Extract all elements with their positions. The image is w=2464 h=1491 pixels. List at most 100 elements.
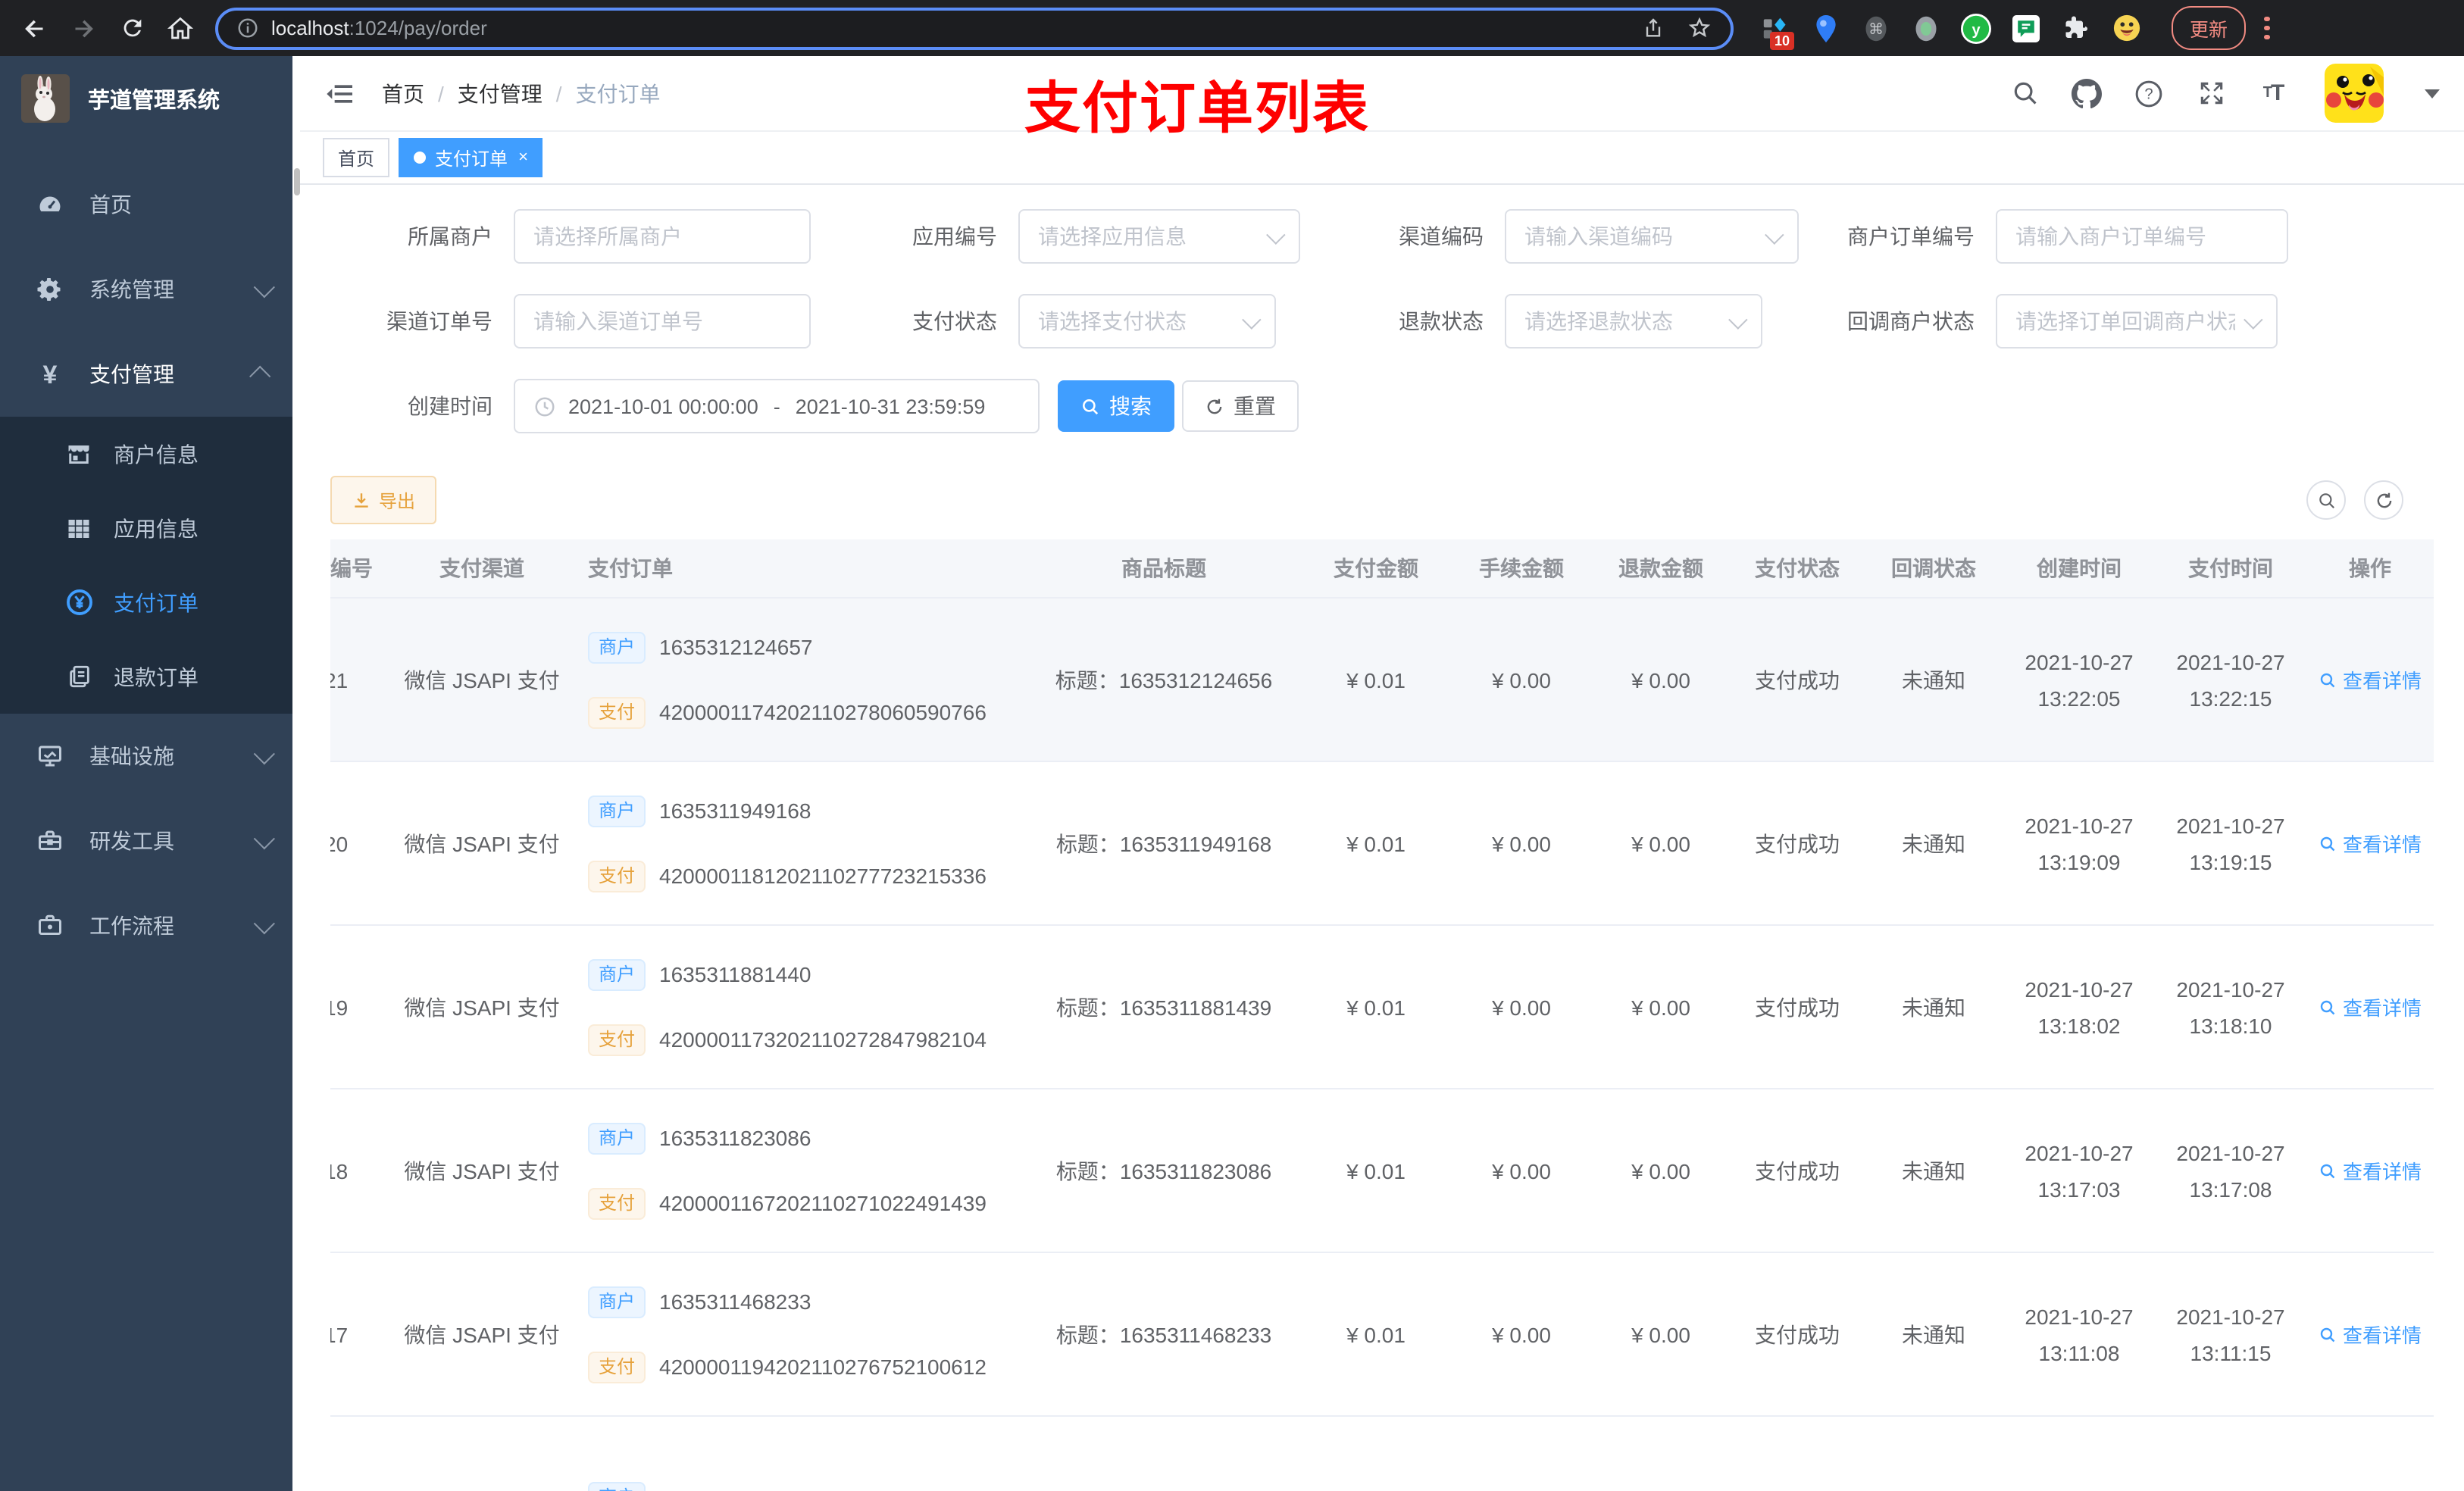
extension-command-icon[interactable]: ⌘ xyxy=(1861,13,1891,43)
column-header-5[interactable]: 手续金额 xyxy=(1452,553,1591,583)
view-detail-label: 查看详情 xyxy=(2342,1324,2422,1347)
share-icon[interactable] xyxy=(1641,16,1665,40)
home-icon[interactable] xyxy=(161,8,200,48)
filter-select[interactable]: 请选择支付状态 xyxy=(1018,294,1276,349)
cell-pay-time: 2021-10-27 13:17:08 xyxy=(2155,1140,2306,1201)
filter-select[interactable]: 请选择应用信息 xyxy=(1018,209,1300,264)
sidebar-scrollbar[interactable] xyxy=(292,56,300,1491)
extension-chat-icon[interactable] xyxy=(2011,13,2041,43)
cell-create-time-date: 2021-10-27 xyxy=(2025,977,2134,1001)
create-time-range-picker[interactable]: 2021-10-01 00:00:00 - 2021-10-31 23:59:5… xyxy=(514,379,1040,433)
app-logo-row[interactable]: 芋道管理系统 xyxy=(0,56,300,141)
pay-order-line: 支付 4200001173202110272847982104 xyxy=(588,1024,987,1055)
filter-select[interactable]: 请输入渠道编码 xyxy=(1505,209,1799,264)
sidebar-item-2[interactable]: ¥ 支付管理 xyxy=(0,332,300,417)
filter-input[interactable]: 请输入商户订单编号 xyxy=(1996,209,2288,264)
extension-balloon-icon[interactable] xyxy=(1811,13,1841,43)
cell-pay-status-value: 支付成功 xyxy=(1755,995,1840,1019)
breadcrumb-pay-manage[interactable]: 支付管理 xyxy=(458,78,543,108)
extension-record-icon[interactable] xyxy=(1911,13,1941,43)
column-header-1[interactable]: 支付渠道 xyxy=(391,553,573,583)
forward-icon[interactable] xyxy=(64,8,103,48)
pay-order-lines: 商户 1635311468233 支付 42000011942021102767521… xyxy=(588,1286,987,1383)
address-bar[interactable]: localhost:1024/pay/order xyxy=(215,7,1734,49)
tab-close-icon[interactable]: × xyxy=(518,148,528,166)
filter-input[interactable]: 请选择所属商户 xyxy=(514,209,811,264)
chevron-down-icon xyxy=(253,828,275,850)
red-annotation-title: 支付订单列表 xyxy=(1024,77,1370,139)
cell-actions: 查看详情 xyxy=(2306,1320,2434,1349)
column-header-2[interactable]: 支付订单 xyxy=(573,553,1027,583)
column-header-7[interactable]: 支付状态 xyxy=(1731,553,1864,583)
cell-pay-time-clock: 13:11:15 xyxy=(2190,1340,2272,1364)
view-detail-link[interactable]: 查看详情 xyxy=(2319,1156,2422,1185)
date-range-start[interactable]: 2021-10-01 00:00:00 xyxy=(568,395,758,417)
cell-pay-amount-value: ¥ 0.01 xyxy=(1346,1158,1406,1183)
bookmark-star-icon[interactable] xyxy=(1687,15,1712,41)
view-detail-link[interactable]: 查看详情 xyxy=(2319,829,2422,858)
avatar-dropdown-caret[interactable] xyxy=(2425,89,2440,98)
pay-order-no: 4200001194202110276752100612 xyxy=(659,1355,987,1379)
toggle-search-icon[interactable] xyxy=(2306,480,2346,520)
sidebar-subitem-1[interactable]: 应用信息 xyxy=(0,491,300,565)
github-icon[interactable] xyxy=(2070,77,2103,110)
extension-emoji-icon[interactable] xyxy=(2111,13,2141,43)
help-icon[interactable]: ? xyxy=(2132,77,2165,110)
column-header-0[interactable]: 编号 xyxy=(330,553,391,583)
cell-fee-amount: ¥ 0.00 xyxy=(1452,667,1591,692)
column-header-10[interactable]: 支付时间 xyxy=(2155,553,2306,583)
site-info-icon[interactable] xyxy=(236,17,259,39)
column-header-6[interactable]: 退款金额 xyxy=(1591,553,1731,583)
cell-notify-status: 未通知 xyxy=(1864,992,2003,1022)
filter-select[interactable]: 请选择退款状态 xyxy=(1505,294,1762,349)
sidebar-item-label: 工作流程 xyxy=(89,914,174,938)
filter-select[interactable]: 请选择订单回调商户状态 xyxy=(1996,294,2278,349)
column-header-11[interactable]: 操作 xyxy=(2306,553,2434,583)
export-button[interactable]: 导出 xyxy=(330,476,437,524)
sidebar-item-1[interactable]: 系统管理 xyxy=(0,247,300,332)
tab-home[interactable]: 首页 xyxy=(323,138,390,177)
sidebar-item-0[interactable]: 首页 xyxy=(0,162,300,247)
sidebar-submenu: 商户信息 应用信息 支付订单 退款订单 xyxy=(0,417,300,714)
column-header-3[interactable]: 商品标题 xyxy=(1027,553,1300,583)
user-avatar[interactable] xyxy=(2325,64,2384,123)
search-icon[interactable] xyxy=(2008,77,2041,110)
search-button[interactable]: 搜索 xyxy=(1058,380,1174,432)
sidebar-subitem-3[interactable]: 退款订单 xyxy=(0,639,300,714)
title-prefix: 标题： xyxy=(1055,1322,1120,1346)
filter-label: 所属商户 xyxy=(408,224,492,248)
extension-dev-icon[interactable]: 10 xyxy=(1761,13,1795,49)
view-detail-link[interactable]: 查看详情 xyxy=(2319,665,2422,694)
date-range-end[interactable]: 2021-10-31 23:59:59 xyxy=(796,395,986,417)
sidebar-subitem-2[interactable]: 支付订单 xyxy=(0,565,300,639)
sidebar-item-2[interactable]: 工作流程 xyxy=(0,883,300,968)
extension-vue-icon[interactable]: y xyxy=(1961,13,1991,43)
reload-icon[interactable] xyxy=(112,8,152,48)
column-header-8[interactable]: 回调状态 xyxy=(1864,553,2003,583)
browser-update-button[interactable]: 更新 xyxy=(2172,6,2247,50)
view-detail-link[interactable]: 查看详情 xyxy=(2319,992,2422,1021)
column-header-9[interactable]: 创建时间 xyxy=(2003,553,2155,583)
sidebar-scrollbar-thumb[interactable] xyxy=(293,168,299,195)
column-header-4[interactable]: 支付金额 xyxy=(1300,553,1452,583)
sidebar-subitem-0[interactable]: 商户信息 xyxy=(0,417,300,491)
cell-notify-status: 未通知 xyxy=(1864,1319,2003,1349)
back-icon[interactable] xyxy=(15,8,55,48)
browser-menu-icon[interactable] xyxy=(2255,16,2278,40)
filter-input[interactable]: 请输入渠道订单号 xyxy=(514,294,811,349)
refresh-table-icon[interactable] xyxy=(2364,480,2403,520)
view-detail-link[interactable]: 查看详情 xyxy=(2319,1320,2422,1349)
collapse-sidebar-icon[interactable] xyxy=(324,77,358,110)
reset-button[interactable]: 重置 xyxy=(1182,380,1299,432)
cell-create-time-value: 2021-10-27 13:17:03 xyxy=(2025,1140,2133,1201)
extensions-puzzle-icon[interactable] xyxy=(2061,13,2091,43)
sidebar-item-0[interactable]: 基础设施 xyxy=(0,714,300,799)
breadcrumb-home[interactable]: 首页 xyxy=(382,78,424,108)
filter-field-渠道编码: 渠道编码 请输入渠道编码 xyxy=(1330,209,1799,264)
font-size-icon[interactable]: TT xyxy=(2256,77,2290,110)
sidebar-item-1[interactable]: 研发工具 xyxy=(0,799,300,883)
tab-pay-order[interactable]: 支付订单 × xyxy=(399,138,543,177)
chevron-down-icon xyxy=(253,913,275,935)
fullscreen-icon[interactable] xyxy=(2194,77,2228,110)
create-time-label: 创建时间 xyxy=(408,394,492,418)
